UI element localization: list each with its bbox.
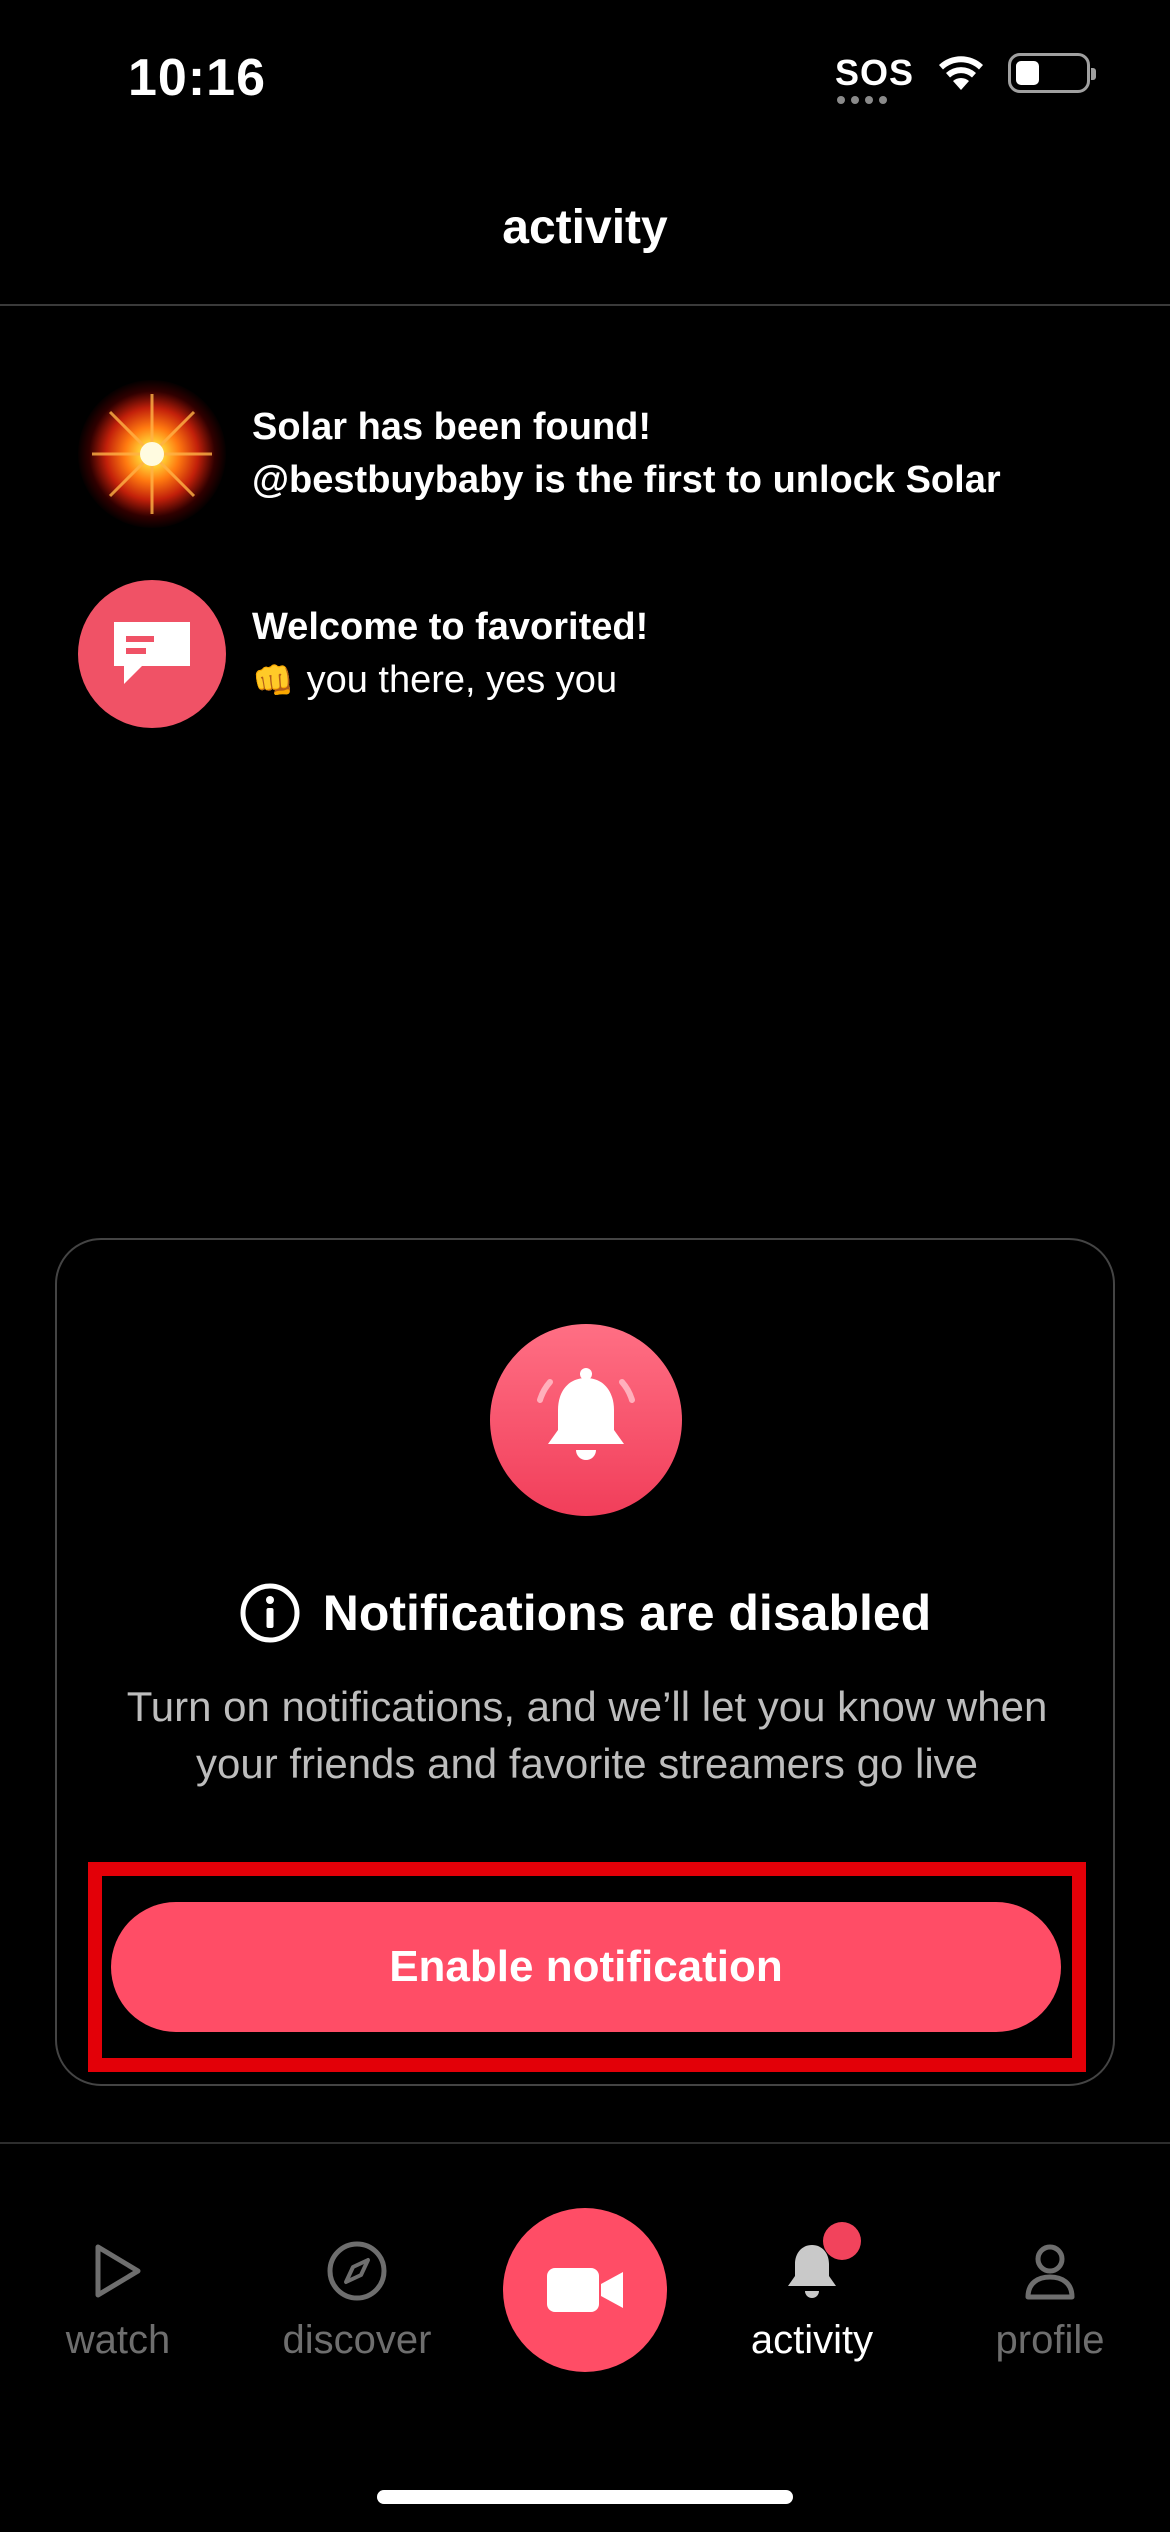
- bell-ringing-icon: [490, 1324, 682, 1516]
- fist-emoji: 👊: [252, 661, 295, 700]
- activity-title: Welcome to favorited!: [252, 605, 649, 648]
- tab-label: profile: [995, 2318, 1105, 2362]
- video-camera-icon: [547, 2268, 623, 2312]
- battery-icon: [1008, 53, 1096, 93]
- activity-subtitle: you there, yes you: [306, 658, 618, 701]
- tab-label: discover: [282, 2318, 432, 2362]
- activity-text: Solar has been found! @bestbuybaby is th…: [252, 401, 1001, 507]
- activity-item-solar[interactable]: Solar has been found! @bestbuybaby is th…: [78, 380, 1001, 528]
- notifications-title-row: Notifications are disabled: [57, 1582, 1113, 1644]
- chat-bubble-icon: [78, 580, 226, 728]
- status-indicators: SOS: [834, 52, 1096, 104]
- status-time: 10:16: [128, 49, 266, 107]
- person-icon: [1015, 2236, 1085, 2306]
- play-icon: [83, 2236, 153, 2306]
- tab-label: watch: [65, 2318, 171, 2362]
- tab-label: activity: [750, 2318, 874, 2362]
- notifications-title: Notifications are disabled: [322, 1585, 932, 1641]
- activity-screen: 10:16 SOS activity Solar has been found!…: [0, 0, 1170, 2532]
- sos-signal-dots: [836, 96, 887, 104]
- sos-label: SOS: [834, 52, 914, 93]
- home-indicator: [377, 2490, 793, 2504]
- activity-subtitle: @bestbuybaby is the first to unlock Sola…: [252, 459, 1001, 501]
- header: activity: [0, 150, 1170, 306]
- compass-icon: [322, 2236, 392, 2306]
- page-title: activity: [502, 200, 668, 254]
- tab-activity[interactable]: activity: [712, 2222, 912, 2363]
- sos-indicator: SOS: [834, 52, 914, 104]
- activity-subtitle-row: 👊 you there, yes you: [252, 653, 648, 708]
- activity-title: Solar has been found!: [252, 406, 652, 448]
- activity-text: Welcome to favorited! 👊 you there, yes y…: [252, 601, 648, 708]
- notification-badge: [823, 2222, 861, 2260]
- status-bar: 10:16 SOS: [0, 0, 1170, 150]
- tab-bar: watch discover activity profile: [0, 2142, 1170, 2382]
- notifications-disabled-card: Notifications are disabled Turn on notif…: [55, 1238, 1115, 2086]
- enable-notification-button[interactable]: Enable notification: [111, 1902, 1061, 2032]
- notifications-description: Turn on notifications, and we’ll let you…: [126, 1683, 1048, 1787]
- tab-watch[interactable]: watch: [18, 2236, 218, 2363]
- tab-profile[interactable]: profile: [950, 2236, 1150, 2363]
- battery-fill: [1016, 61, 1040, 85]
- info-icon: [240, 1583, 300, 1643]
- activity-item-welcome[interactable]: Welcome to favorited! 👊 you there, yes y…: [78, 580, 648, 728]
- tab-discover[interactable]: discover: [257, 2236, 457, 2363]
- solar-burst-icon: [78, 380, 226, 528]
- wifi-icon: [939, 56, 983, 90]
- go-live-camera-button[interactable]: [503, 2208, 667, 2372]
- bell-icon: [777, 2222, 861, 2306]
